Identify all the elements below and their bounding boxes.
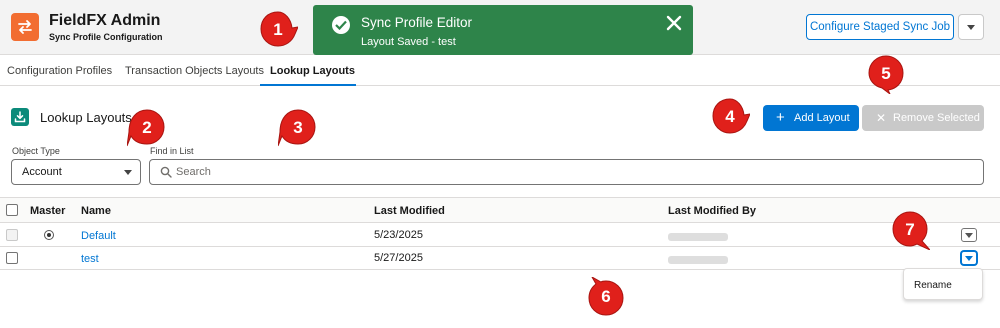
layout-name-link[interactable]: Default — [81, 230, 116, 242]
last-modified-value: 5/27/2025 — [374, 252, 423, 264]
table-row: test 5/27/2025 — [0, 247, 1000, 270]
tab-configuration-profiles[interactable]: Configuration Profiles — [7, 65, 112, 77]
row-actions-button[interactable] — [961, 251, 977, 265]
object-type-select[interactable]: Account — [11, 159, 141, 185]
object-type-label: Object Type — [12, 146, 60, 156]
callout-marker-4: 4 — [710, 97, 750, 137]
master-radio[interactable] — [44, 230, 54, 240]
download-icon — [11, 108, 29, 126]
column-header-name[interactable]: Name — [81, 205, 111, 217]
section-title: Lookup Layouts — [40, 110, 132, 125]
row-actions-button[interactable] — [961, 228, 977, 242]
callout-marker-5: 5 — [866, 54, 906, 94]
success-check-icon — [332, 16, 350, 34]
chevron-down-icon — [965, 233, 973, 238]
search-icon — [160, 166, 172, 178]
plus-icon: + — [776, 109, 785, 126]
configure-staged-sync-job-button[interactable]: Configure Staged Sync Job — [806, 14, 954, 40]
chevron-down-icon — [967, 25, 975, 30]
callout-number: 7 — [905, 220, 915, 239]
arrows-swap-icon — [11, 13, 39, 41]
callout-number: 1 — [273, 20, 283, 39]
callout-marker-7: 7 — [890, 210, 930, 250]
search-field[interactable] — [149, 159, 984, 185]
app-title: FieldFX Admin — [49, 12, 161, 29]
row-checkbox — [6, 229, 18, 241]
close-icon: ✕ — [876, 111, 887, 125]
add-layout-label: Add Layout — [794, 112, 850, 124]
close-icon[interactable] — [663, 12, 685, 34]
toast-message: Layout Saved - test — [361, 36, 456, 48]
redacted-user-name — [668, 256, 728, 264]
toast-title: Sync Profile Editor — [361, 15, 473, 30]
redacted-user-name — [668, 233, 728, 241]
add-layout-button[interactable]: + Add Layout — [763, 105, 859, 131]
object-type-value: Account — [22, 166, 62, 178]
last-modified-value: 5/23/2025 — [374, 229, 423, 241]
remove-selected-button[interactable]: ✕ Remove Selected — [862, 105, 984, 131]
column-header-master: Master — [30, 205, 66, 217]
chevron-down-icon — [124, 170, 132, 175]
column-header-last-modified[interactable]: Last Modified — [374, 205, 445, 217]
table-row: Default 5/23/2025 — [0, 224, 1000, 247]
callout-number: 3 — [293, 118, 303, 137]
remove-selected-label: Remove Selected — [893, 112, 980, 124]
select-all-checkbox[interactable] — [6, 204, 18, 216]
callout-number: 5 — [881, 64, 891, 83]
callout-marker-6: 6 — [586, 277, 626, 317]
chevron-down-icon — [965, 256, 973, 261]
column-header-last-modified-by[interactable]: Last Modified By — [668, 205, 756, 217]
tab-transaction-objects-layouts[interactable]: Transaction Objects Layouts — [125, 65, 264, 77]
search-input[interactable] — [176, 161, 966, 183]
callout-marker-3: 3 — [278, 108, 318, 148]
row-checkbox[interactable] — [6, 252, 18, 264]
callout-marker-2: 2 — [127, 108, 167, 148]
callout-number: 4 — [725, 107, 735, 126]
table-header: Master Name Last Modified Last Modified … — [0, 197, 1000, 223]
tab-bar: Configuration Profiles Transaction Objec… — [0, 56, 1000, 86]
tab-lookup-layouts[interactable]: Lookup Layouts — [270, 65, 355, 77]
app-subtitle: Sync Profile Configuration — [49, 32, 163, 42]
layout-name-link[interactable]: test — [81, 253, 99, 265]
success-toast: Sync Profile Editor Layout Saved - test — [313, 5, 693, 55]
callout-number: 6 — [601, 287, 611, 306]
menu-item-rename[interactable]: Rename — [914, 280, 952, 291]
row-actions-menu: Rename — [903, 268, 983, 300]
header-menu-button[interactable] — [958, 14, 984, 40]
callout-number: 2 — [142, 118, 152, 137]
callout-marker-1: 1 — [258, 10, 298, 50]
active-tab-indicator — [260, 84, 356, 86]
